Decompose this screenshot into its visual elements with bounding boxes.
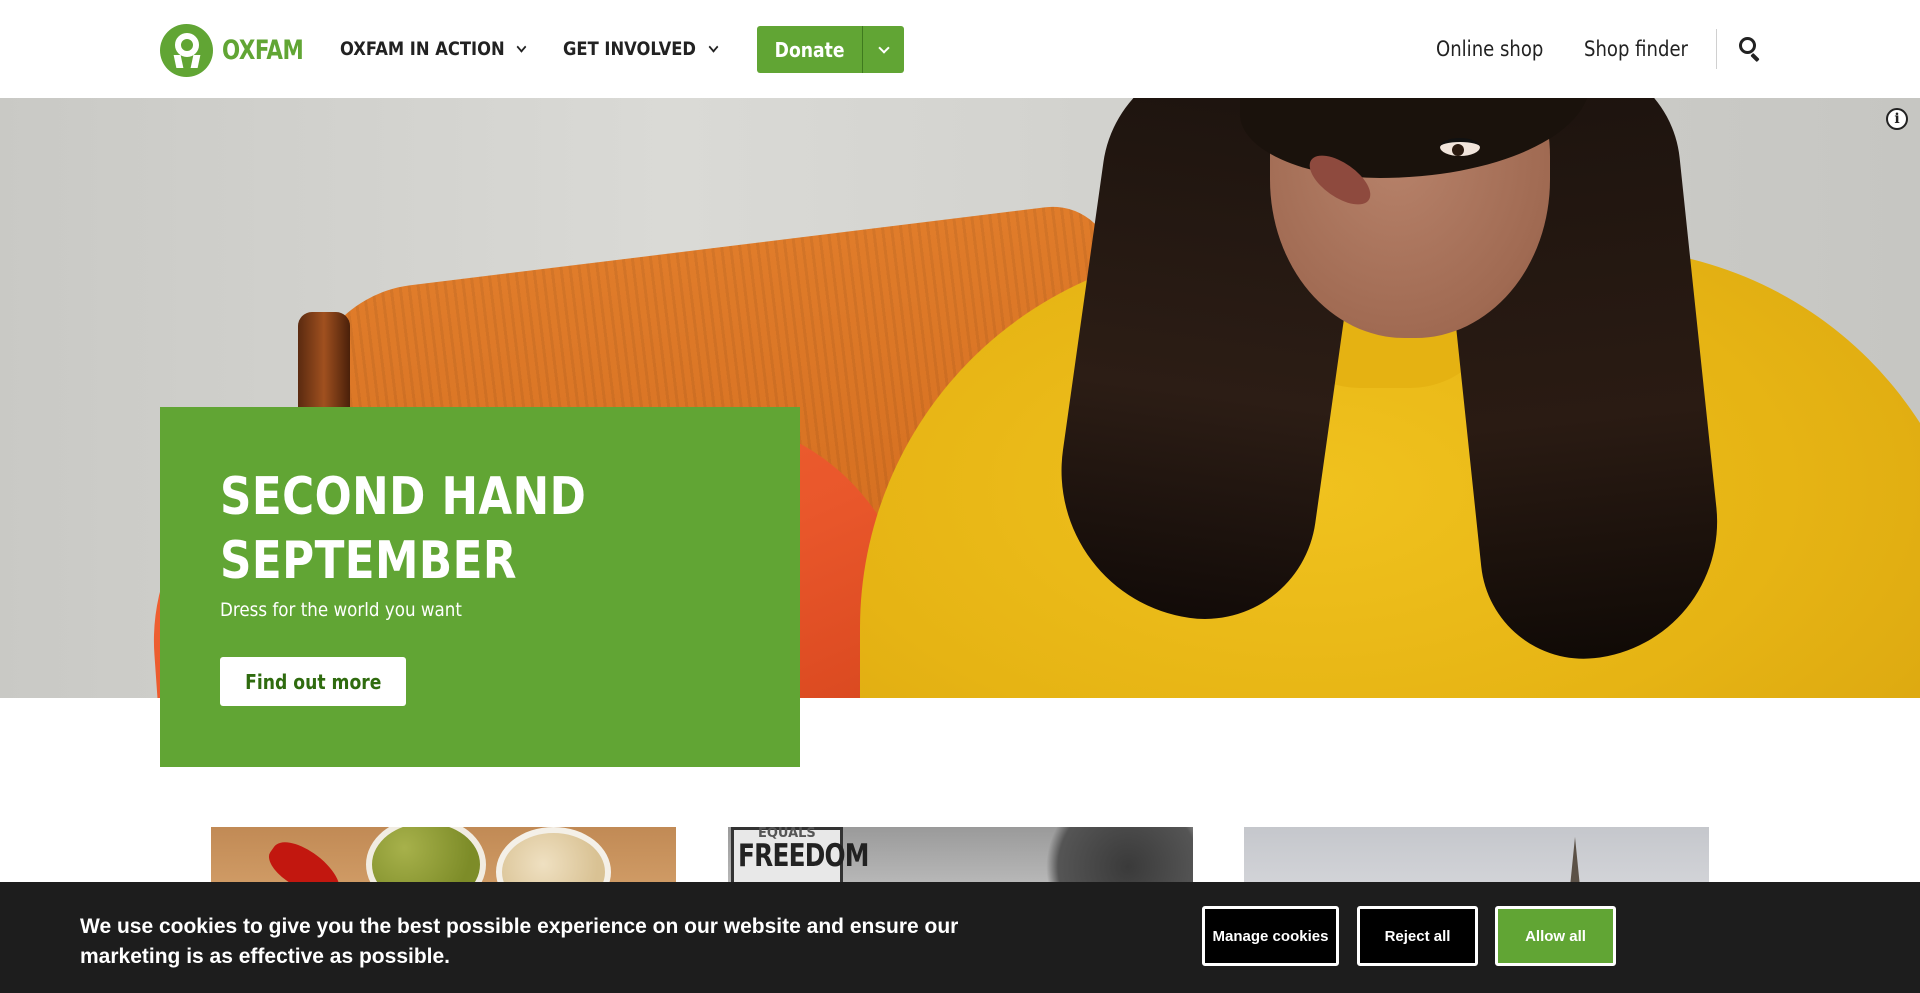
site-header: OXFAM OXFAM IN ACTION GET INVOLVED Donat… <box>0 0 1920 98</box>
promo-title: SECOND HAND SEPTEMBER <box>220 467 587 591</box>
manage-cookies-button[interactable]: Manage cookies <box>1202 906 1339 966</box>
logo-text: OXFAM <box>222 35 304 66</box>
donate-button-group: Donate <box>757 26 904 73</box>
donate-options-toggle[interactable] <box>863 26 904 73</box>
header-divider <box>1716 29 1717 69</box>
oxfam-logo[interactable]: OXFAM <box>160 24 314 77</box>
nav-oxfam-in-action-label: OXFAM IN ACTION <box>340 38 505 60</box>
oxfam-logo-icon <box>160 24 213 77</box>
donate-button[interactable]: Donate <box>757 26 862 73</box>
chevron-down-icon <box>877 41 890 54</box>
allow-all-button[interactable]: Allow all <box>1495 906 1616 966</box>
promo-panel: SECOND HAND SEPTEMBER Dress for the worl… <box>160 407 800 767</box>
promo-subtitle: Dress for the world you want <box>220 599 462 621</box>
nav-get-involved[interactable]: GET INVOLVED <box>563 0 742 98</box>
online-shop-link[interactable]: Online shop <box>1436 0 1543 98</box>
chevron-down-icon <box>516 40 527 53</box>
shop-finder-link[interactable]: Shop finder <box>1584 0 1688 98</box>
nav-get-involved-label: GET INVOLVED <box>563 38 696 60</box>
nav-oxfam-in-action[interactable]: OXFAM IN ACTION <box>340 0 555 98</box>
cookie-message: We use cookies to give you the best poss… <box>80 915 959 968</box>
find-out-more-button[interactable]: Find out more <box>220 657 406 706</box>
reject-all-button[interactable]: Reject all <box>1357 906 1478 966</box>
info-icon[interactable]: i <box>1886 108 1908 130</box>
chevron-down-icon <box>708 40 719 53</box>
search-button[interactable] <box>1736 34 1766 64</box>
cookie-banner: We use cookies to give you the best poss… <box>0 882 1920 993</box>
